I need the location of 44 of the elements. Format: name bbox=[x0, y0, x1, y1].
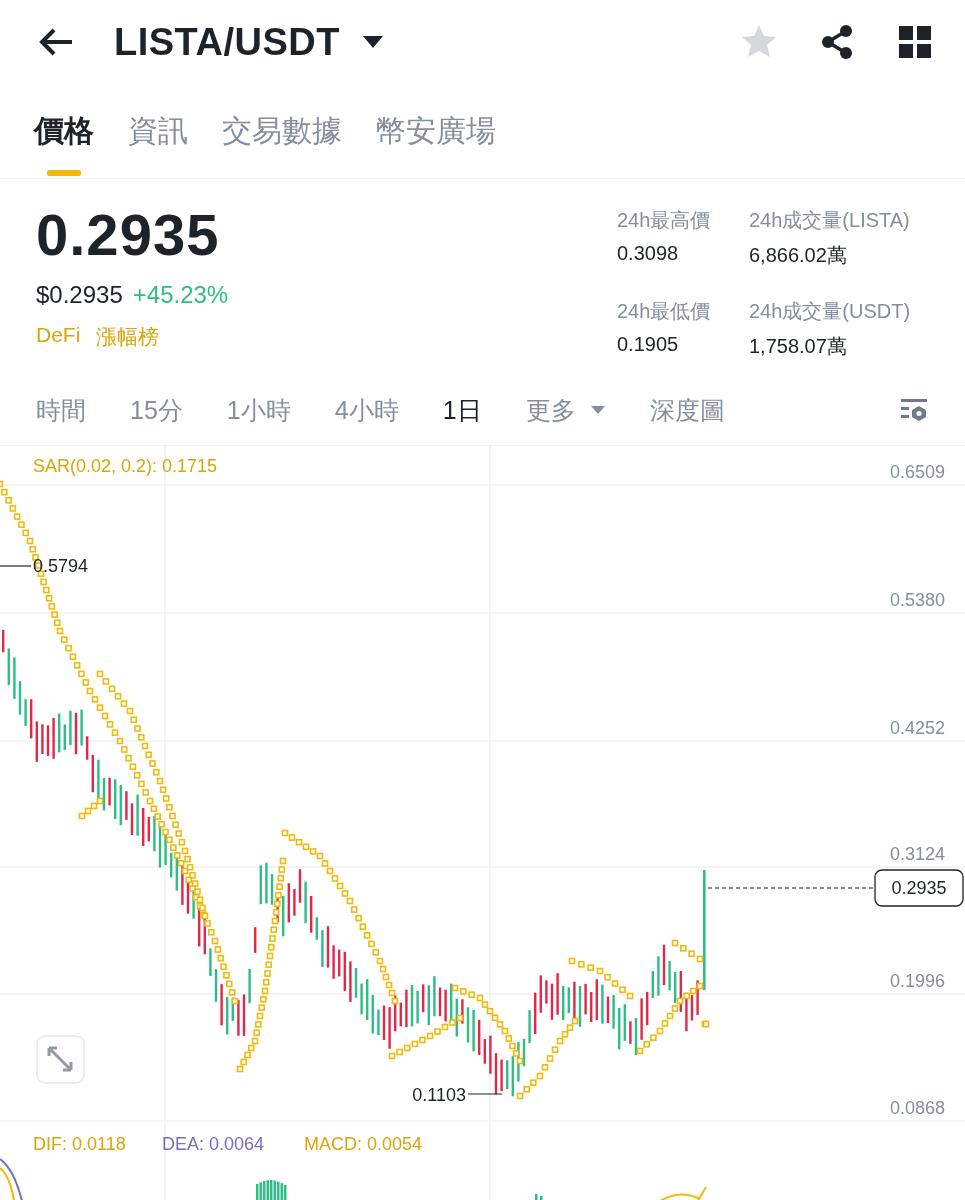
dea-label: DEA: 0.0064 bbox=[162, 1134, 265, 1154]
current-price-tag: 0.2935 bbox=[874, 869, 964, 907]
stat-label: 24h成交量(LISTA) bbox=[749, 208, 911, 233]
stat-label: 24h最低價 bbox=[617, 299, 712, 324]
tab[interactable]: 交易數據 bbox=[222, 84, 342, 178]
price-axis-label: 0.0868 bbox=[889, 1098, 945, 1118]
tag-link[interactable]: DeFi bbox=[36, 323, 81, 351]
interval-tab[interactable]: 1小時 bbox=[226, 393, 291, 427]
high-price-marker: 0.5794 bbox=[33, 556, 89, 576]
interval-tab[interactable]: 時間 bbox=[36, 393, 86, 427]
interval-tab[interactable]: 深度圖 bbox=[649, 393, 725, 427]
stat-value: 0.3098 bbox=[617, 242, 680, 265]
chart-settings-icon[interactable] bbox=[899, 397, 929, 423]
interval-tab[interactable]: 15分 bbox=[130, 393, 183, 427]
price-axis-label: 0.6509 bbox=[889, 462, 945, 482]
last-price: 0.2935 bbox=[36, 203, 221, 267]
stat-label: 24h成交量(USDT) bbox=[749, 299, 912, 324]
tag-link[interactable]: 漲幅榜 bbox=[96, 323, 160, 351]
leader-line bbox=[0, 565, 32, 567]
dif-label: DIF: 0.0118 bbox=[33, 1134, 126, 1154]
stat-value: 0.1905 bbox=[617, 333, 680, 356]
low-price-marker: 0.1103 bbox=[412, 1085, 466, 1105]
pair-title[interactable]: LISTA/USDT bbox=[114, 20, 340, 64]
tab[interactable]: 資訊 bbox=[128, 84, 188, 178]
expand-button[interactable] bbox=[36, 1035, 85, 1084]
interval-dropdown[interactable]: 更多 bbox=[525, 393, 606, 427]
sar-indicator-label: SAR(0.02, 0.2): 0.1715 bbox=[33, 456, 218, 476]
price-change: +45.23% bbox=[132, 281, 229, 309]
usd-price: $0.2935 bbox=[36, 281, 123, 309]
caret-icon bbox=[589, 405, 606, 415]
interval-tab[interactable]: 1日 bbox=[442, 393, 482, 427]
interval-tab[interactable]: 4小時 bbox=[334, 393, 399, 427]
price-axis-label: 0.3124 bbox=[889, 844, 945, 864]
tab[interactable]: 幣安廣場 bbox=[376, 84, 496, 178]
price-axis-label: 0.1996 bbox=[889, 971, 945, 991]
macd-label: MACD: 0.0054 bbox=[304, 1134, 423, 1154]
stat-value: 6,866.02萬 bbox=[749, 243, 848, 268]
leader-line bbox=[467, 1093, 503, 1095]
stat-value: 1,758.07萬 bbox=[749, 334, 848, 359]
price-axis-label: 0.5380 bbox=[889, 590, 945, 610]
stat-label: 24h最高價 bbox=[617, 208, 712, 233]
tab[interactable]: 價格 bbox=[34, 84, 94, 178]
caret-icon[interactable] bbox=[361, 34, 384, 50]
price-axis-label: 0.4252 bbox=[889, 718, 945, 738]
